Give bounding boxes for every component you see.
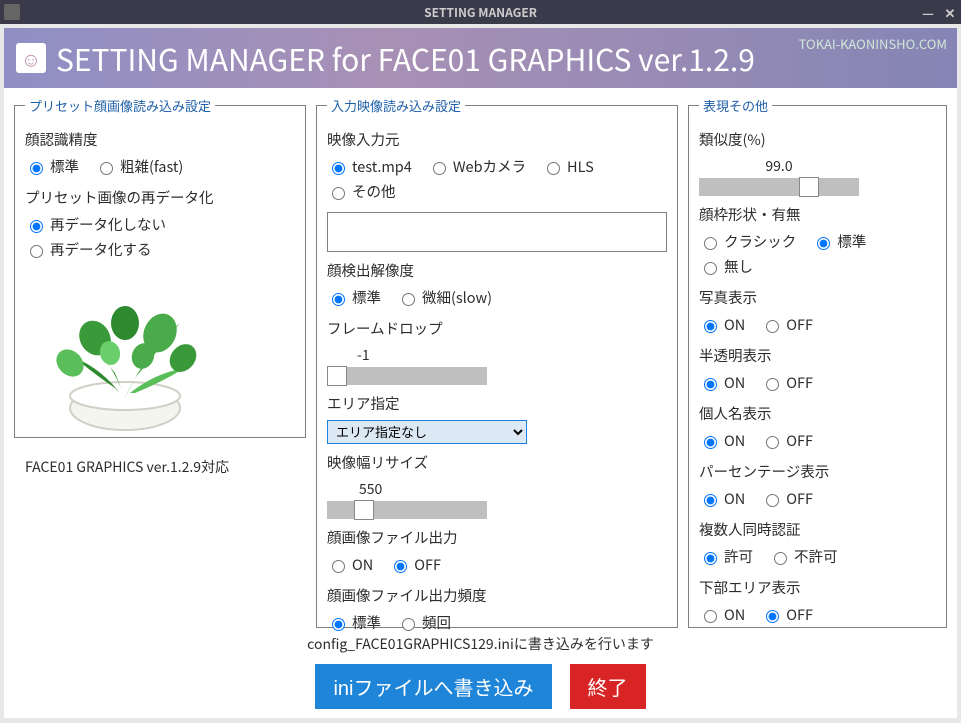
multi-allow-radio[interactable]: 許可 bbox=[699, 546, 753, 567]
resize-label: 映像幅リサイズ bbox=[327, 452, 667, 473]
area-label: エリア指定 bbox=[327, 393, 667, 414]
input-video-legend: 入力映像読み込み設定 bbox=[327, 96, 465, 115]
source-label: 映像入力元 bbox=[327, 129, 667, 150]
percent-on-radio[interactable]: ON bbox=[699, 488, 745, 509]
source-test-radio[interactable]: test.mp4 bbox=[327, 156, 412, 177]
percent-label: パーセンテージ表示 bbox=[699, 461, 936, 482]
write-ini-button[interactable]: iniファイルへ書き込み bbox=[315, 664, 551, 709]
accuracy-label: 顔認識精度 bbox=[25, 129, 295, 150]
shape-none-radio[interactable]: 無し bbox=[699, 256, 753, 277]
photo-label: 写真表示 bbox=[699, 287, 936, 308]
source-hls-radio[interactable]: HLS bbox=[542, 156, 594, 177]
detect-slow-radio[interactable]: 微細(slow) bbox=[397, 287, 492, 308]
window-controls: — ✕ bbox=[917, 0, 961, 24]
version-caption: FACE01 GRAPHICS ver.1.2.9対応 bbox=[25, 457, 295, 477]
bottom-off-radio[interactable]: OFF bbox=[761, 604, 813, 625]
translucent-off-radio[interactable]: OFF bbox=[761, 372, 813, 393]
fileout-label: 顔画像ファイル出力 bbox=[327, 527, 667, 548]
frameshape-label: 顔枠形状・有無 bbox=[699, 204, 936, 225]
header-url: TOKAI-KAONINSHO.COM bbox=[799, 34, 947, 53]
accuracy-fast-radio[interactable]: 粗雑(fast) bbox=[95, 156, 183, 177]
shape-std-radio[interactable]: 標準 bbox=[812, 231, 866, 252]
preset-face-legend: プリセット顔画像読み込み設定 bbox=[25, 96, 215, 115]
multi-deny-radio[interactable]: 不許可 bbox=[769, 546, 838, 567]
input-video-group: 入力映像読み込み設定 映像入力元 test.mp4 Webカメラ HLS その他… bbox=[316, 96, 678, 628]
translucent-on-radio[interactable]: ON bbox=[699, 372, 745, 393]
app-title: SETTING MANAGER for FACE01 GRAPHICS ver.… bbox=[56, 36, 755, 80]
framedrop-label: フレームドロップ bbox=[327, 318, 667, 339]
translucent-label: 半透明表示 bbox=[699, 345, 936, 366]
detect-res-label: 顔検出解像度 bbox=[327, 260, 667, 281]
footer-message: config_FACE01GRAPHICS129.iniに書き込みを行います bbox=[4, 634, 957, 654]
source-other-radio[interactable]: その他 bbox=[327, 181, 396, 202]
window-title: SETTING MANAGER bbox=[424, 4, 537, 21]
redigitize-no-radio[interactable]: 再データ化しない bbox=[25, 214, 166, 235]
percent-off-radio[interactable]: OFF bbox=[761, 488, 813, 509]
window-icon bbox=[4, 4, 20, 20]
framedrop-slider[interactable] bbox=[327, 367, 487, 385]
fileout-on-radio[interactable]: ON bbox=[327, 554, 373, 575]
resize-value: 550 bbox=[327, 479, 487, 499]
close-button[interactable]: ✕ bbox=[939, 0, 961, 24]
photo-off-radio[interactable]: OFF bbox=[761, 314, 813, 335]
framedrop-value: -1 bbox=[327, 345, 487, 365]
minimize-button[interactable]: — bbox=[917, 0, 939, 24]
multi-label: 複数人同時認証 bbox=[699, 519, 936, 540]
expression-legend: 表現その他 bbox=[699, 96, 772, 115]
plant-image bbox=[25, 288, 225, 438]
detect-std-radio[interactable]: 標準 bbox=[327, 287, 381, 308]
freq-often-radio[interactable]: 頻回 bbox=[397, 612, 451, 633]
fileout-off-radio[interactable]: OFF bbox=[389, 554, 441, 575]
accuracy-std-radio[interactable]: 標準 bbox=[25, 156, 79, 177]
source-input[interactable] bbox=[327, 212, 667, 252]
name-on-radio[interactable]: ON bbox=[699, 430, 745, 451]
redigitize-label: プリセット画像の再データ化 bbox=[25, 187, 295, 208]
window-titlebar: SETTING MANAGER — ✕ bbox=[0, 0, 961, 24]
name-label: 個人名表示 bbox=[699, 403, 936, 424]
photo-on-radio[interactable]: ON bbox=[699, 314, 745, 335]
bottom-label: 下部エリア表示 bbox=[699, 577, 936, 598]
shape-classic-radio[interactable]: クラシック bbox=[699, 231, 796, 252]
name-off-radio[interactable]: OFF bbox=[761, 430, 813, 451]
app-header: SETTING MANAGER for FACE01 GRAPHICS ver.… bbox=[4, 28, 957, 88]
source-webcam-radio[interactable]: Webカメラ bbox=[428, 156, 526, 177]
redigitize-yes-radio[interactable]: 再データ化する bbox=[25, 239, 152, 260]
fileout-freq-label: 顔画像ファイル出力頻度 bbox=[327, 585, 667, 606]
preset-face-group: プリセット顔画像読み込み設定 顔認識精度 標準 粗雑(fast) プリセット画像… bbox=[14, 96, 306, 438]
resize-slider[interactable] bbox=[327, 501, 487, 519]
area-dropdown[interactable]: エリア指定なし bbox=[327, 420, 527, 444]
app-logo-icon bbox=[16, 43, 46, 73]
similarity-value: 99.0 bbox=[699, 156, 859, 176]
expression-group: 表現その他 類似度(%) 99.0 顔枠形状・有無 クラシック 標準 無し 写真… bbox=[688, 96, 947, 628]
exit-button[interactable]: 終了 bbox=[570, 664, 646, 709]
bottom-on-radio[interactable]: ON bbox=[699, 604, 745, 625]
freq-std-radio[interactable]: 標準 bbox=[327, 612, 381, 633]
similarity-label: 類似度(%) bbox=[699, 129, 936, 150]
similarity-slider[interactable] bbox=[699, 178, 859, 196]
